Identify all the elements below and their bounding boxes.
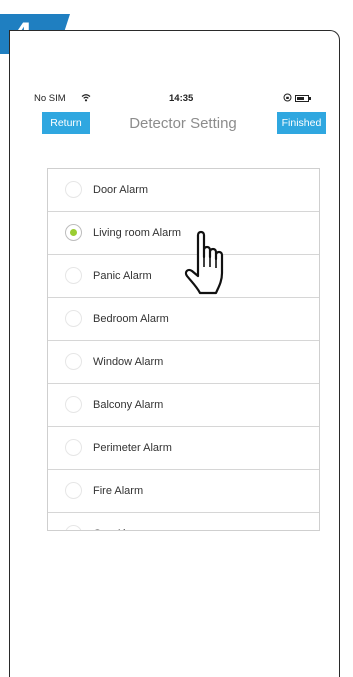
alarm-label: Living room Alarm [93,227,182,239]
alarm-label: Panic Alarm [93,270,152,282]
page-title: Detector Setting [129,115,237,132]
radio-selected-dot [70,229,77,236]
battery-icon [295,95,311,102]
radio-button[interactable] [65,482,82,499]
status-time: 14:35 [169,93,194,104]
alarm-label: Perimeter Alarm [93,442,172,454]
alarm-list-item[interactable]: Gas Alarm [48,513,319,530]
radio-button[interactable] [65,181,82,198]
alarm-list-item[interactable]: Perimeter Alarm [48,427,319,470]
alarm-label: Balcony Alarm [93,399,164,411]
alarm-list-item[interactable]: Window Alarm [48,341,319,384]
radio-button[interactable] [65,396,82,413]
finished-button[interactable]: Finished [277,112,326,134]
radio-button[interactable] [65,525,82,530]
radio-button[interactable] [65,224,82,241]
alarm-label: Window Alarm [93,356,164,368]
radio-button[interactable] [65,439,82,456]
alarm-label: Gas Alarm [93,513,144,530]
alarm-list-item[interactable]: Door Alarm [48,169,319,212]
wifi-icon [81,93,91,104]
carrier-label: No SIM [34,93,66,104]
radio-button[interactable] [65,353,82,370]
hand-pointer-icon [184,226,236,303]
alarm-list-item[interactable]: Bedroom Alarm [48,298,319,341]
alarm-label: Door Alarm [93,184,149,196]
orientation-lock-icon [283,93,292,104]
alarm-label: Fire Alarm [93,485,144,497]
alarm-list: Door Alarm Living room Alarm Panic Alarm Be… [47,168,320,531]
alarm-list-item[interactable]: Balcony Alarm [48,384,319,427]
alarm-label: Bedroom Alarm [93,313,169,325]
alarm-list-item[interactable]: Fire Alarm [48,470,319,513]
return-button[interactable]: Return [42,112,90,134]
radio-button[interactable] [65,267,82,284]
status-bar: No SIM 14:35 [34,93,344,107]
radio-button[interactable] [65,310,82,327]
